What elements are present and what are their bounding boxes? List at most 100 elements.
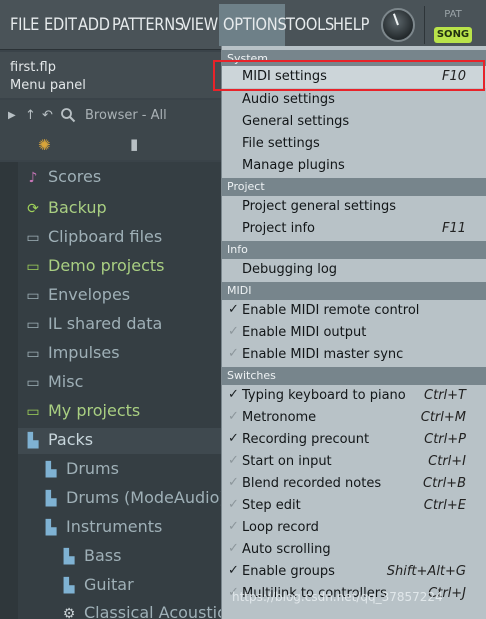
item-label: Enable MIDI output — [242, 325, 367, 340]
tree-label: Drums (ModeAudio) — [66, 488, 226, 507]
folder-icon: ▭ — [26, 230, 40, 246]
menu-item-project-info[interactable]: Project info F11 — [222, 218, 486, 240]
menu-item-midi-output[interactable]: ✓ Enable MIDI output — [222, 322, 486, 344]
tree-item-packs[interactable]: ▙ Packs — [22, 426, 94, 454]
pack-icon: ▙ — [63, 549, 75, 565]
snap-icon[interactable]: ✺ — [38, 136, 51, 154]
menu-item-recording-precount[interactable]: ✓ Recording precount Ctrl+P — [222, 429, 486, 451]
check-icon: ✓ — [228, 324, 239, 339]
tree-item-impulses[interactable]: ▭ Impulses — [22, 339, 120, 367]
item-shortcut: F11 — [441, 221, 466, 236]
tree-label: IL shared data — [48, 314, 163, 333]
item-label: Typing keyboard to piano — [242, 388, 406, 403]
tree-item-envelopes[interactable]: ▭ Envelopes — [22, 281, 130, 309]
document-icon[interactable]: ▮ — [130, 135, 138, 153]
annotation-highlight-box — [213, 60, 485, 91]
item-shortcut: Ctrl+T — [424, 388, 466, 403]
item-label: Metronome — [242, 410, 317, 425]
pack-icon: ▙ — [45, 462, 57, 478]
menu-item-metronome[interactable]: ✓ Metronome Ctrl+M — [222, 407, 486, 429]
folder-icon: ▭ — [26, 259, 40, 275]
tree-item-clipboard[interactable]: ▭ Clipboard files — [22, 223, 162, 251]
item-label: Auto scrolling — [242, 542, 331, 557]
menu-item-typing-keyboard[interactable]: ✓ Typing keyboard to piano Ctrl+T — [222, 385, 486, 407]
undo-icon[interactable]: ↶ — [42, 108, 53, 123]
folder-icon: ▭ — [26, 288, 40, 304]
tree-item-my-projects[interactable]: ▭ My projects — [22, 397, 140, 425]
item-label: Blend recorded notes — [242, 476, 382, 491]
item-label: Enable groups — [242, 564, 335, 579]
menu-view[interactable]: VIEW — [181, 13, 218, 37]
song-button[interactable]: SONG — [434, 27, 472, 43]
item-label: Loop record — [242, 520, 319, 535]
check-icon: ✓ — [228, 541, 239, 556]
item-shortcut: Ctrl+P — [424, 432, 466, 447]
item-label: Enable MIDI master sync — [242, 347, 404, 362]
tree-label: My projects — [48, 401, 141, 420]
gear-icon: ⚙ — [62, 606, 76, 619]
tree-item-bass[interactable]: ▙ Bass — [58, 542, 122, 570]
menu-item-audio-settings[interactable]: Audio settings — [222, 89, 486, 111]
menu-item-debugging-log[interactable]: Debugging log — [222, 259, 486, 281]
search-icon[interactable] — [60, 107, 76, 127]
menu-item-loop-record[interactable]: ✓ Loop record — [222, 517, 486, 539]
folder-icon: ▭ — [26, 375, 40, 391]
check-icon: ✓ — [228, 346, 239, 361]
tree-label: Classical Acoustic — [84, 603, 226, 619]
tree-item-instruments[interactable]: ▙ Instruments — [40, 513, 163, 541]
menu-item-project-general[interactable]: Project general settings — [222, 196, 486, 218]
tree-item-drums-modeaudio[interactable]: ▙ Drums (ModeAudio) — [40, 484, 226, 512]
menu-help[interactable]: HELP — [333, 13, 369, 37]
tree-item-misc[interactable]: ▭ Misc — [22, 368, 83, 396]
tree-item-guitar[interactable]: ▙ Guitar — [58, 571, 134, 599]
item-shortcut: Ctrl+B — [423, 476, 466, 491]
menu-item-enable-groups[interactable]: ✓ Enable groups Shift+Alt+G — [222, 561, 486, 583]
tree-label: Guitar — [84, 575, 134, 594]
menu-item-step-edit[interactable]: ✓ Step edit Ctrl+E — [222, 495, 486, 517]
menu-item-midi-master-sync[interactable]: ✓ Enable MIDI master sync — [222, 344, 486, 366]
menu-patterns[interactable]: PATTERNS — [112, 13, 184, 37]
folder-backup-icon: ⟳ — [27, 201, 39, 217]
menu-item-manage-plugins[interactable]: Manage plugins — [222, 155, 486, 177]
section-switches: Switches — [222, 367, 486, 385]
arrow-right-icon[interactable]: ▶ — [8, 110, 16, 121]
tree-item-scores[interactable]: ♪ Scores — [22, 163, 102, 191]
check-icon: ✓ — [228, 387, 239, 402]
tree-label: Backup — [48, 198, 107, 217]
pack-icon: ▙ — [45, 520, 57, 536]
section-info: Info — [222, 241, 486, 259]
tree-label: Scores — [48, 167, 102, 186]
pat-button[interactable]: PAT — [434, 8, 472, 22]
section-midi: MIDI — [222, 282, 486, 300]
pack-icon: ▙ — [45, 491, 57, 507]
tree-label: Bass — [84, 546, 122, 565]
menu-item-auto-scrolling[interactable]: ✓ Auto scrolling — [222, 539, 486, 561]
tree-item-classical-acoustic[interactable]: ⚙ Classical Acoustic — [58, 599, 226, 619]
master-knob[interactable] — [381, 8, 415, 42]
check-icon: ✓ — [228, 431, 239, 446]
menu-item-blend-recorded[interactable]: ✓ Blend recorded notes Ctrl+B — [222, 473, 486, 495]
tree-label: Impulses — [48, 343, 120, 362]
menu-edit[interactable]: EDIT — [44, 13, 77, 37]
menu-item-file-settings[interactable]: File settings — [222, 133, 486, 155]
menu-item-midi-remote[interactable]: ✓ Enable MIDI remote control — [222, 300, 486, 322]
item-label: Project general settings — [242, 199, 396, 214]
tree-item-demo-projects[interactable]: ▭ Demo projects — [22, 252, 164, 280]
tree-item-il-shared[interactable]: ▭ IL shared data — [22, 310, 162, 338]
tree-item-backup[interactable]: ⟳ Backup — [22, 194, 107, 222]
menu-item-start-on-input[interactable]: ✓ Start on input Ctrl+I — [222, 451, 486, 473]
menu-file[interactable]: FILE — [10, 13, 39, 37]
folder-icon: ▭ — [26, 346, 40, 362]
menu-add[interactable]: ADD — [78, 13, 110, 37]
item-shortcut: Ctrl+M — [420, 410, 466, 425]
arrow-up-icon[interactable]: ↑ — [25, 108, 36, 123]
pack-icon: ▙ — [27, 433, 39, 449]
check-icon: ✓ — [228, 519, 239, 534]
folder-icon: ▭ — [26, 317, 40, 333]
menu-item-general-settings[interactable]: General settings — [222, 111, 486, 133]
tree-item-drums[interactable]: ▙ Drums — [40, 455, 119, 483]
tree-gutter — [0, 162, 18, 619]
folder-icon: ▭ — [26, 404, 40, 420]
menu-options[interactable]: OPTIONS — [223, 13, 287, 37]
menu-tools[interactable]: TOOLS — [286, 13, 334, 37]
